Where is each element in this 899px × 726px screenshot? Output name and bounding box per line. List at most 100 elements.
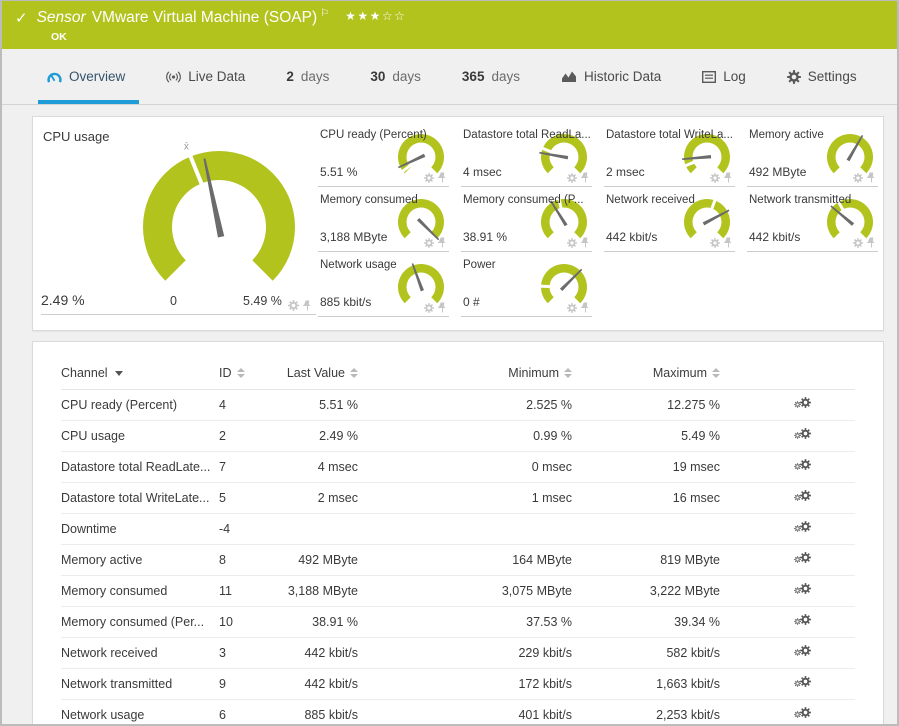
channel-minimum-cell: 2.525 % (358, 389, 572, 421)
tab-2-days[interactable]: 2 days (286, 49, 329, 104)
gauge-settings-gear-icon[interactable] (424, 303, 434, 313)
gauge-pin-icon[interactable] (724, 172, 733, 183)
channel-settings-icon[interactable] (794, 521, 811, 534)
gauge-pin-icon[interactable] (581, 237, 590, 248)
channel-actions-cell (720, 575, 855, 607)
channel-maximum-cell: 5.49 % (572, 420, 720, 452)
channel-settings-icon[interactable] (794, 614, 811, 627)
gauge-title: Memory active (749, 129, 824, 141)
gauge-card[interactable]: Power 0 # (461, 257, 592, 317)
channel-id-cell: 10 (219, 606, 259, 638)
gauge-card[interactable]: Network transmitted 442 kbit/s (747, 192, 878, 252)
tab-number: 30 (370, 69, 386, 84)
gear-icon (800, 397, 811, 411)
tab-30-days[interactable]: 30 days (370, 49, 421, 104)
channel-row: CPU usage 2 2.49 % 0.99 % 5.49 % (61, 420, 855, 452)
column-header-actions (720, 366, 855, 390)
tab-historic-data[interactable]: Historic Data (561, 49, 661, 104)
priority-stars[interactable]: ★★★☆☆ (345, 9, 406, 23)
gauge-settings-gear-icon[interactable] (853, 173, 863, 183)
column-header-minimum[interactable]: Minimum (358, 366, 572, 380)
channel-settings-icon[interactable] (794, 645, 811, 658)
gauge-pin-icon[interactable] (438, 302, 447, 313)
channel-settings-icon[interactable] (794, 459, 811, 472)
gauge-card[interactable]: Network received 442 kbit/s (604, 192, 735, 252)
favorite-flag-icon[interactable]: ⚐ (320, 8, 329, 19)
gauge-card[interactable]: CPU ready (Percent) 5.51 % (318, 127, 449, 187)
gear-icon (800, 583, 811, 597)
gauge-title: Datastore total ReadLa... (463, 129, 591, 141)
gear-icon (800, 428, 811, 442)
gear-icon (794, 645, 801, 659)
channels-table: Channel ID Last Value Minimum Maximum CP… (61, 366, 855, 724)
gauge-pin-icon[interactable] (303, 300, 312, 311)
channel-maximum-cell: 582 kbit/s (572, 637, 720, 669)
gauge-settings-gear-icon[interactable] (288, 300, 299, 311)
gauge-settings-gear-icon[interactable] (853, 238, 863, 248)
gauge-settings-gear-icon[interactable] (710, 173, 720, 183)
channel-settings-icon[interactable] (794, 707, 811, 720)
tab-settings[interactable]: Settings (786, 49, 857, 104)
gauge-pin-icon[interactable] (581, 302, 590, 313)
gauge-settings-gear-icon[interactable] (710, 238, 720, 248)
gauge-pin-icon[interactable] (581, 172, 590, 183)
gauge-value: 492 MByte (749, 165, 807, 179)
channel-id-cell: 7 (219, 451, 259, 483)
gauge-card[interactable]: Memory consumed (P... 38.91 % (461, 192, 592, 252)
gauge-settings-gear-icon[interactable] (567, 303, 577, 313)
tab-overview[interactable]: Overview (37, 49, 140, 104)
gear-icon (800, 645, 811, 659)
sort-both-icon (236, 368, 245, 378)
gauge-settings-gear-icon[interactable] (567, 238, 577, 248)
channel-maximum-cell: 3,222 MByte (572, 575, 720, 607)
gauge-value: 3,188 MByte (320, 230, 388, 244)
channel-settings-icon[interactable] (794, 428, 811, 441)
gauge-settings-gear-icon[interactable] (424, 173, 434, 183)
gauge-settings-gear-icon[interactable] (567, 173, 577, 183)
gauge-pin-icon[interactable] (867, 172, 876, 183)
channel-minimum-cell: 1 msec (358, 482, 572, 514)
column-header-id[interactable]: ID (219, 366, 259, 380)
tab-365-days[interactable]: 365 days (462, 49, 520, 104)
gauge-title: Network received (606, 194, 695, 206)
gauge-pin-icon[interactable] (867, 237, 876, 248)
gauge-pin-icon[interactable] (438, 172, 447, 183)
channel-settings-icon[interactable] (794, 397, 811, 410)
gear-icon (794, 552, 801, 566)
gauge-card[interactable]: Memory active 492 MByte (747, 127, 878, 187)
channel-last-value-cell: 4 msec (259, 451, 358, 483)
gear-icon (794, 490, 801, 504)
tab-log[interactable]: Log (702, 49, 746, 104)
gauge-card[interactable]: Datastore total ReadLa... 4 msec (461, 127, 592, 187)
gauge-settings-gear-icon[interactable] (424, 238, 434, 248)
gauge-card[interactable]: Memory consumed 3,188 MByte (318, 192, 449, 252)
channel-settings-icon[interactable] (794, 583, 811, 596)
channel-settings-icon[interactable] (794, 676, 811, 689)
channel-last-value-cell: 442 kbit/s (259, 668, 358, 700)
channel-settings-icon[interactable] (794, 552, 811, 565)
gauge-pin-icon[interactable] (438, 237, 447, 248)
column-header-maximum[interactable]: Maximum (572, 366, 720, 380)
channel-name-cell: CPU usage (61, 420, 219, 452)
gear-icon (786, 69, 801, 84)
channel-maximum-cell: 1,663 kbit/s (572, 668, 720, 700)
column-header-last-value[interactable]: Last Value (259, 366, 358, 380)
gear-icon (794, 397, 801, 411)
gauge-pin-icon[interactable] (724, 237, 733, 248)
channel-id-cell: 5 (219, 482, 259, 514)
status-badge: OK (51, 31, 67, 43)
sort-both-icon (712, 368, 720, 378)
gauge-card[interactable]: Network usage 885 kbit/s (318, 257, 449, 317)
column-header-channel[interactable]: Channel (61, 366, 219, 380)
tab-label: days (392, 69, 421, 84)
channel-id-cell: 8 (219, 544, 259, 576)
channel-row: Memory consumed 11 3,188 MByte 3,075 MBy… (61, 575, 855, 607)
gauge-card-actions (424, 302, 447, 313)
channel-name-cell: Network usage (61, 699, 219, 724)
channel-last-value-cell: 2.49 % (259, 420, 358, 452)
gauge-card-cpu-usage[interactable]: CPU usage x̄ 2.49 % 0 5.49 % (33, 117, 318, 330)
channel-minimum-cell: 0 msec (358, 451, 572, 483)
gauge-card[interactable]: Datastore total WriteLa... 2 msec (604, 127, 735, 187)
channel-settings-icon[interactable] (794, 490, 811, 503)
tab-live-data[interactable]: Live Data (166, 49, 245, 104)
